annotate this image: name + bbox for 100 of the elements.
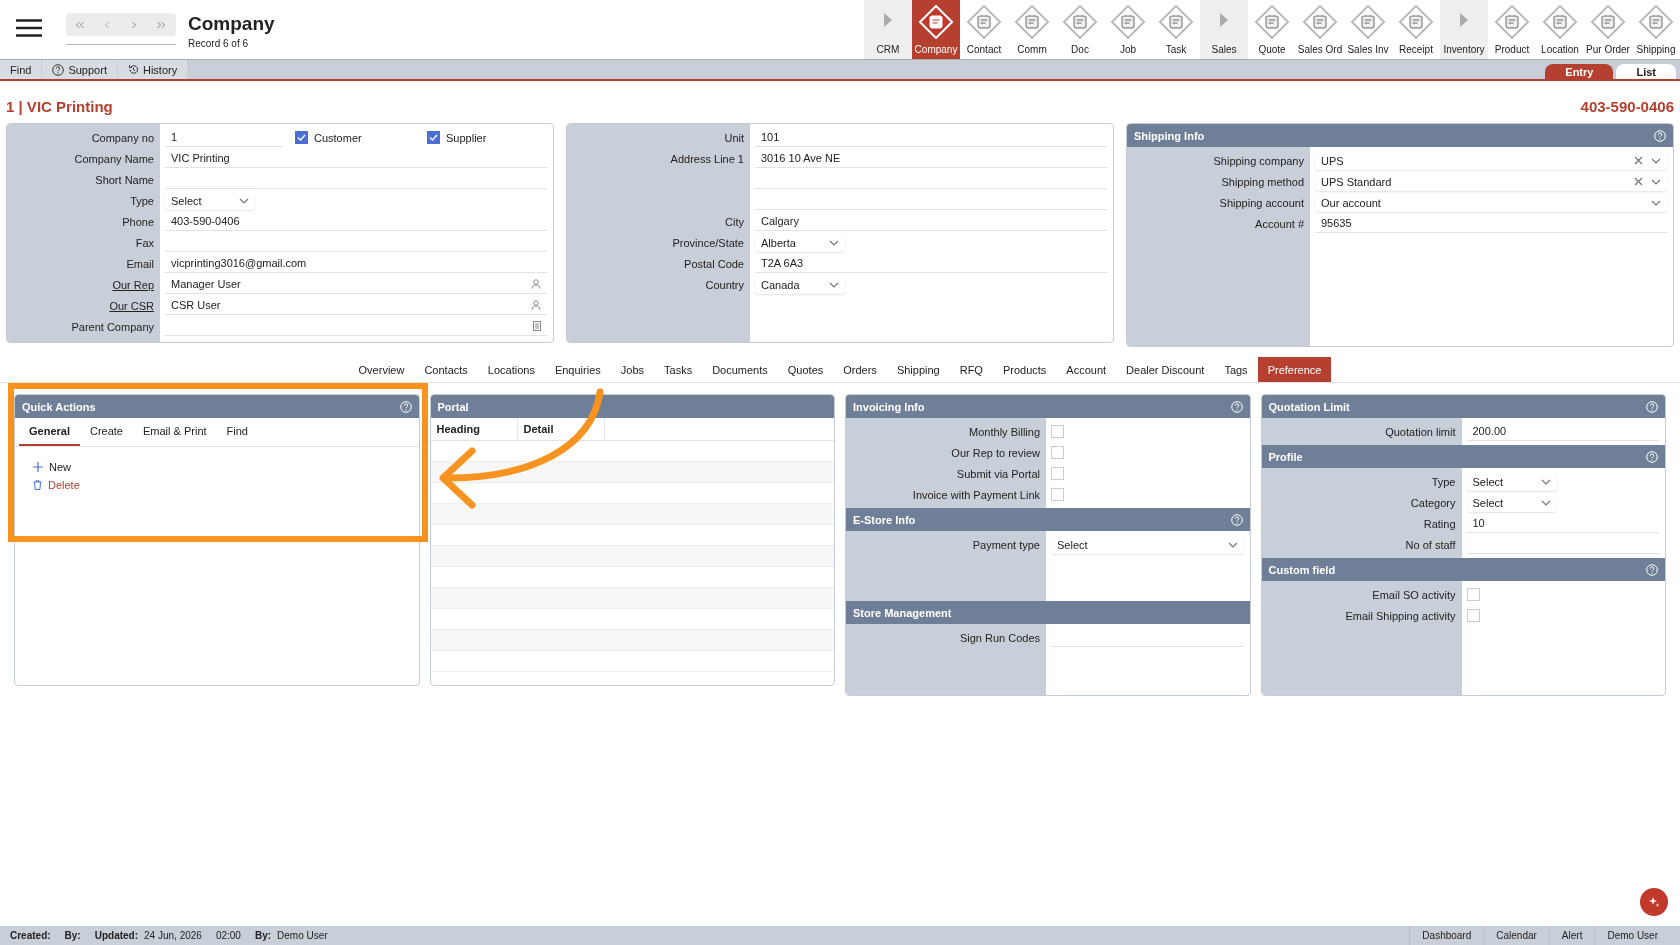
diamond-icon: [1543, 5, 1577, 39]
chevron-down-icon: [1651, 178, 1661, 185]
clear-icon[interactable]: [1634, 177, 1643, 186]
select-field[interactable]: Alberta: [755, 233, 845, 252]
panel-title: Portal: [437, 400, 469, 413]
diamond-icon: [1495, 5, 1529, 39]
field-label: Fax: [135, 236, 154, 249]
checkbox[interactable]: [1051, 446, 1064, 459]
page-title: Company: [188, 13, 275, 35]
play-arrow-icon: [884, 13, 892, 27]
checkbox[interactable]: [1466, 588, 1480, 601]
checkbox[interactable]: [427, 131, 440, 144]
clear-icon[interactable]: [1634, 156, 1643, 165]
chevron-down-icon: [829, 281, 839, 288]
checkbox[interactable]: [1051, 488, 1064, 501]
diamond-icon: [1063, 5, 1097, 39]
field-label: City: [725, 215, 744, 228]
diamond-icon: [1303, 5, 1337, 39]
field-label: Short Name: [95, 173, 154, 186]
section-title: Invoicing Info: [853, 400, 925, 413]
help-icon[interactable]: [52, 63, 65, 76]
record-phone: 403-590-0406: [1580, 98, 1674, 115]
section-title: Custom field: [1268, 563, 1336, 576]
checkbox[interactable]: [1051, 467, 1064, 480]
field-label: Shipping company: [1213, 154, 1304, 167]
field-label: Monthly Billing: [969, 425, 1040, 438]
play-arrow-icon: [1460, 13, 1468, 27]
module-tab[interactable]: Sales: [1200, 0, 1248, 59]
diamond-icon: [919, 5, 953, 39]
person-icon[interactable]: [531, 300, 541, 310]
toolbar-button[interactable]: Support: [42, 60, 118, 79]
module-tab[interactable]: CRM: [864, 0, 912, 59]
status-text: 02:00: [215, 930, 241, 941]
double-chevron-right-icon: [155, 20, 166, 29]
field-label: Rating: [1423, 517, 1456, 530]
field-label: Type: [1431, 475, 1456, 488]
checkbox-label: Supplier: [446, 131, 487, 144]
assistant-button[interactable]: [1640, 888, 1668, 916]
person-icon[interactable]: [531, 279, 541, 289]
record-counter: Record 6 of 6: [188, 38, 250, 49]
status-text: By:: [64, 930, 81, 941]
status-text: By: Demo User: [254, 930, 328, 941]
menu-icon[interactable]: [16, 19, 42, 37]
select-field[interactable]: Select: [1466, 493, 1557, 512]
trash-icon: [33, 480, 42, 490]
diamond-icon: [1159, 5, 1193, 39]
field-label: Invoice with Payment Link: [912, 488, 1040, 501]
module-tab[interactable]: Inventory: [1440, 0, 1488, 59]
field-label: Account #: [1255, 217, 1304, 230]
toolbar-button[interactable]: History: [117, 60, 189, 79]
select-field[interactable]: Select: [165, 191, 255, 210]
toolbar-button[interactable]: Find: [0, 60, 43, 79]
delete-action[interactable]: Delete: [33, 479, 80, 491]
checkbox[interactable]: [1466, 609, 1480, 622]
view-tab[interactable]: List: [1616, 64, 1676, 79]
select-field[interactable]: UPS: [1315, 151, 1667, 170]
chevron-down-icon: [239, 197, 249, 204]
status-text: Created:: [10, 930, 51, 941]
view-tab[interactable]: Entry: [1545, 64, 1614, 79]
checkbox[interactable]: [295, 131, 308, 144]
status-link[interactable]: Calendar: [1483, 926, 1549, 945]
double-chevron-left-icon: [74, 20, 85, 29]
module-tab[interactable]: Company: [912, 0, 960, 59]
field-label: No of staff: [1405, 538, 1456, 551]
history-icon: [127, 64, 139, 75]
select-field[interactable]: Select: [1466, 472, 1557, 491]
section-title: E-Store Info: [853, 513, 916, 526]
status-link[interactable]: Alert: [1548, 926, 1595, 945]
record-title: 1 | VIC Printing: [6, 98, 113, 115]
field-label-link[interactable]: Our Rep: [112, 278, 154, 291]
field-label: Address Line 1: [670, 152, 744, 165]
chevron-down-icon: [1651, 157, 1661, 164]
chevron-right-icon: [130, 20, 137, 29]
select-field[interactable]: Canada: [755, 275, 845, 294]
field-label: Sign Run Codes: [959, 631, 1040, 644]
field-label: Email Shipping activity: [1345, 609, 1456, 622]
section-title: Profile: [1268, 450, 1303, 463]
select-field[interactable]: Our account: [1315, 193, 1667, 212]
sparkle-icon: [1648, 896, 1660, 908]
panel-title: Quick Actions: [22, 400, 96, 413]
panel-title: Shipping Info: [1134, 129, 1205, 142]
field-label: Phone: [122, 215, 154, 228]
select-field[interactable]: Select: [1051, 535, 1244, 554]
field-label: Company no: [91, 131, 154, 144]
diamond-icon: [1591, 5, 1625, 39]
detail-tab[interactable]: Preference: [1257, 357, 1332, 382]
chevron-down-icon: [1227, 541, 1238, 548]
new-action[interactable]: New: [33, 461, 71, 473]
chevron-down-icon: [1540, 478, 1551, 485]
field-label: Category: [1410, 496, 1456, 509]
field-label-link[interactable]: Our CSR: [109, 299, 154, 312]
status-link[interactable]: Demo User: [1594, 926, 1670, 945]
checkbox[interactable]: [1051, 425, 1064, 438]
field-label: Quotation limit: [1385, 425, 1456, 438]
document-icon[interactable]: [533, 321, 541, 331]
select-field[interactable]: UPS Standard: [1315, 172, 1667, 191]
status-link[interactable]: Dashboard: [1409, 926, 1484, 945]
field-label: Company Name: [74, 152, 154, 165]
diamond-icon: [1111, 5, 1145, 39]
column-header: Heading: [436, 423, 480, 435]
